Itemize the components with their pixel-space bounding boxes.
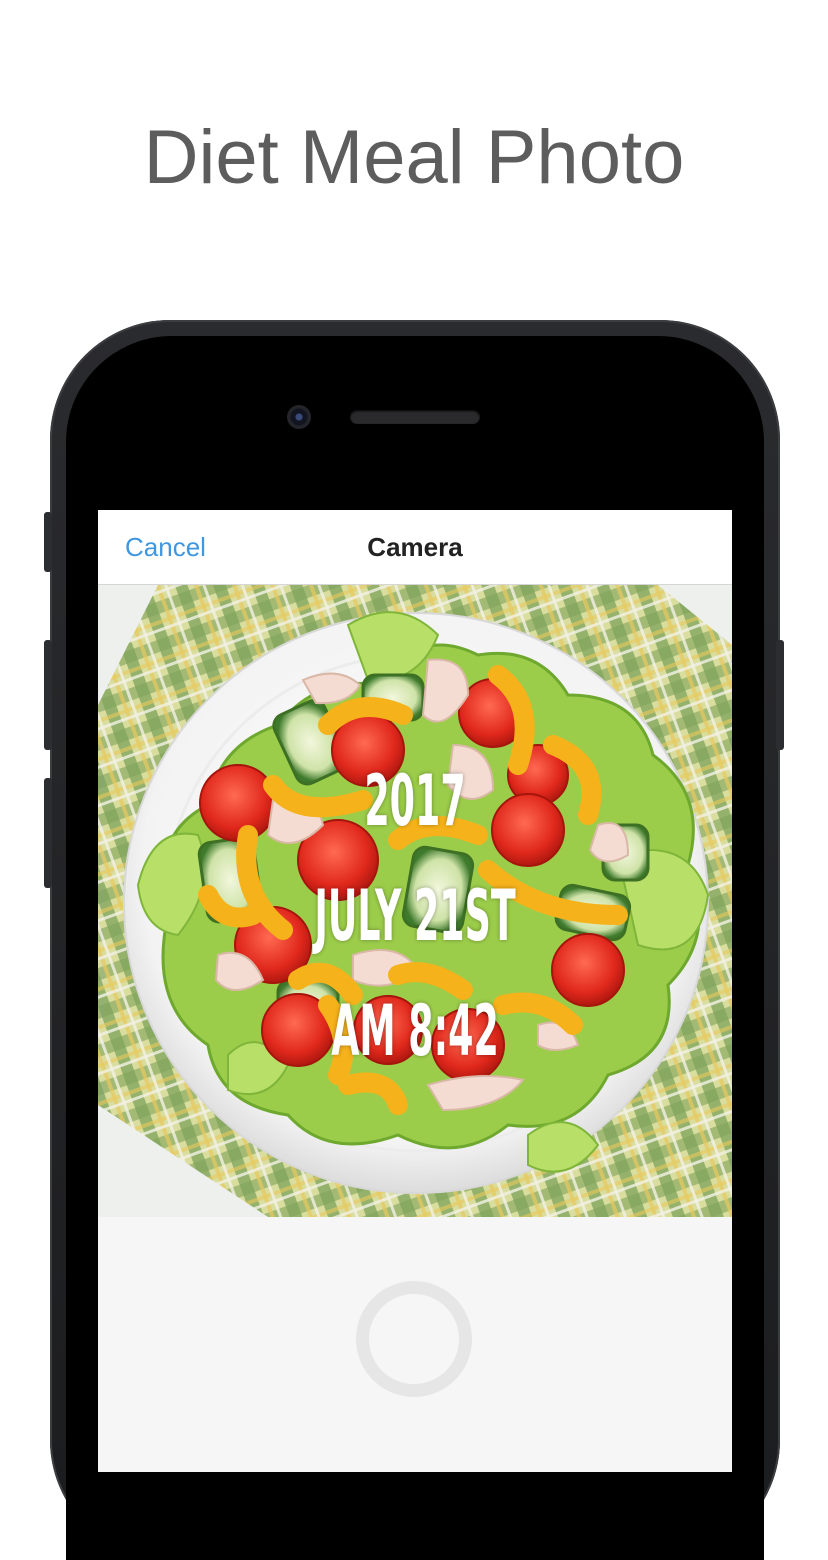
phone-volume-up — [44, 640, 52, 750]
promo-headline: Diet Meal Photo — [143, 115, 685, 200]
photo-date-stamp: JULY 21ST — [314, 875, 516, 957]
app-screen: Cancel Camera 2017 JULY 21ST AM 8:42 — [98, 510, 732, 1472]
phone-mute-switch — [44, 512, 52, 572]
earpiece-speaker — [350, 410, 480, 424]
camera-controls — [98, 1217, 732, 1472]
phone-volume-down — [44, 778, 52, 888]
shutter-button[interactable] — [356, 1281, 472, 1397]
navigation-bar: Cancel Camera — [98, 510, 732, 585]
camera-preview: 2017 JULY 21ST AM 8:42 — [98, 585, 732, 1217]
photo-time-stamp: AM 8:42 — [331, 990, 499, 1072]
nav-title: Camera — [367, 532, 463, 562]
front-camera-icon — [287, 405, 311, 429]
phone-power-button — [776, 640, 784, 750]
photo-year-stamp: 2017 — [364, 760, 466, 842]
